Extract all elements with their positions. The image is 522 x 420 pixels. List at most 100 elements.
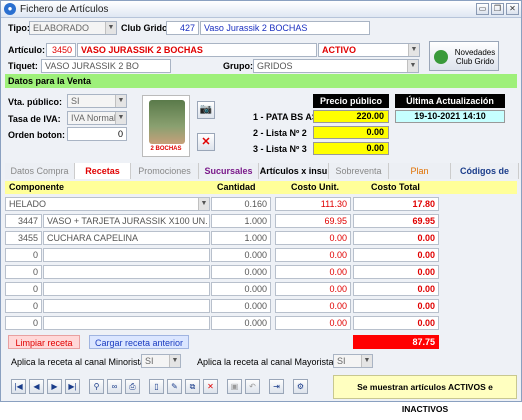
grido-code-field[interactable]: 427: [166, 21, 199, 35]
print-icon[interactable]: ⎙: [125, 379, 140, 394]
next-record-icon[interactable]: ▶: [47, 379, 62, 394]
grido-label: Club Grido:: [121, 23, 171, 33]
tab-plan-comercial[interactable]: Plan Comercial: [389, 163, 451, 192]
limpiar-receta-button[interactable]: Limpiar receta: [8, 335, 80, 349]
undo-icon[interactable]: ↶: [245, 379, 260, 394]
cantidad-field[interactable]: 0.000: [211, 248, 271, 262]
minimize-button[interactable]: ▭: [476, 3, 489, 15]
costo-unit-field: 111.30: [275, 197, 351, 211]
componente-code-field[interactable]: 0: [5, 299, 42, 313]
chevron-down-icon: ▼: [115, 95, 126, 107]
tab-recetas[interactable]: Recetas: [75, 163, 131, 179]
new-document-icon[interactable]: ▯: [149, 379, 164, 394]
delete-icon[interactable]: ✕: [203, 379, 218, 394]
tab-promociones[interactable]: Promociones: [131, 163, 199, 179]
tab-label: Datos Compra: [10, 166, 69, 176]
componente-code-field[interactable]: 3455: [5, 231, 42, 245]
camera-icon[interactable]: 📷: [197, 101, 215, 119]
tiquet-label: Tiquet:: [8, 61, 38, 71]
costo-total-field: 17.80: [353, 197, 439, 211]
componente-name: CUCHARA CAPELINA: [47, 233, 139, 243]
grupo-label: Grupo:: [223, 61, 253, 71]
tab-label: Artículos x insu: [259, 166, 328, 176]
cantidad-field[interactable]: 0.160: [211, 197, 271, 211]
receta-total: 87.75: [353, 335, 439, 349]
componente-name-field[interactable]: HELADO ▼: [5, 197, 210, 211]
articulo-name-field[interactable]: VASO JURASSIK 2 BOCHAS: [77, 43, 317, 57]
chevron-down-icon: ▼: [407, 60, 418, 72]
title-bar: ● Fichero de Artículos ▭ ❐ ✕: [1, 1, 521, 18]
componente-name-field[interactable]: [43, 248, 210, 262]
vta-publico-select[interactable]: SI ▼: [67, 94, 127, 108]
costo-total-field: 0.00: [353, 282, 439, 296]
componente-name-field[interactable]: CUCHARA CAPELINA: [43, 231, 210, 245]
precio-3-label: 3 - Lista Nº 3: [253, 144, 307, 154]
precio-2-field[interactable]: 0.00: [313, 126, 389, 139]
search-icon[interactable]: ⚲: [89, 379, 104, 394]
componente-name-field[interactable]: [43, 316, 210, 330]
componente-name-field[interactable]: [43, 299, 210, 313]
mayorista-select[interactable]: SI ▼: [333, 354, 373, 368]
tab-datos-compra[interactable]: Datos Compra: [5, 163, 75, 179]
costo-total-field: 69.95: [353, 214, 439, 228]
componente-code-field[interactable]: 0: [5, 316, 42, 330]
first-record-icon[interactable]: |◀: [11, 379, 26, 394]
componente-name-field[interactable]: [43, 282, 210, 296]
col-cantidad: Cantidad: [217, 182, 256, 192]
venta-section-header: Datos para la Venta: [5, 74, 517, 88]
tab-articulos-x-insumo[interactable]: Artículos x insu: [259, 163, 329, 179]
copy-icon[interactable]: ⧉: [185, 379, 200, 394]
prev-record-icon[interactable]: ◀: [29, 379, 44, 394]
cantidad-field[interactable]: 0.000: [211, 299, 271, 313]
close-button[interactable]: ✕: [506, 3, 519, 15]
save-icon[interactable]: ▣: [227, 379, 242, 394]
tiquet-field[interactable]: VASO JURASSIK 2 BO: [41, 59, 171, 73]
componente-code-field[interactable]: 0: [5, 248, 42, 262]
estado-select[interactable]: ACTIVO ▼: [318, 43, 420, 57]
tipo-label: Tipo:: [8, 23, 30, 33]
cantidad-field[interactable]: 0.000: [211, 316, 271, 330]
cantidad-field[interactable]: 1.000: [211, 231, 271, 245]
tab-sobreventa[interactable]: Sobreventa: [329, 163, 389, 179]
tab-codigos-de-barra[interactable]: Códigos de barra: [451, 163, 519, 192]
last-record-icon[interactable]: ▶|: [65, 379, 80, 394]
edit-icon[interactable]: ✎: [167, 379, 182, 394]
costo-unit-field: 0.00: [275, 248, 351, 262]
precio-3-field[interactable]: 0.00: [313, 142, 389, 155]
chevron-down-icon: ▼: [169, 355, 180, 367]
componente-code-field[interactable]: 3447: [5, 214, 42, 228]
tab-sucursales[interactable]: Sucursales: [199, 163, 259, 179]
cantidad-field[interactable]: 0.000: [211, 282, 271, 296]
grupo-select[interactable]: GRIDOS ▼: [253, 59, 419, 73]
orden-boton-field[interactable]: 0: [67, 127, 127, 141]
cargar-receta-anterior-button[interactable]: Cargar receta anterior: [89, 335, 189, 349]
articulo-code-field[interactable]: 3450: [46, 43, 76, 57]
componente-code-field[interactable]: 0: [5, 265, 42, 279]
componente-code-field[interactable]: 0: [5, 282, 42, 296]
table-row: 3455 CUCHARA CAPELINA 1.000 0.00 0.00: [5, 231, 517, 246]
window-title: Fichero de Artículos: [20, 4, 109, 15]
tasa-iva-select[interactable]: IVA Normal ▼: [67, 111, 127, 125]
precio-2-label: 2 - Lista Nº 2: [253, 128, 307, 138]
delete-image-icon[interactable]: ✕: [197, 133, 215, 151]
filter-icon[interactable]: ⚙: [293, 379, 308, 394]
minorista-select[interactable]: SI ▼: [141, 354, 181, 368]
product-image: 2 BOCHAS: [142, 95, 190, 157]
binoculars-icon[interactable]: ∞: [107, 379, 122, 394]
table-row: 0 0.000 0.00 0.00: [5, 265, 517, 280]
exit-icon[interactable]: ⇥: [269, 379, 284, 394]
tipo-select[interactable]: ELABORADO ▼: [29, 21, 117, 35]
recetas-table-header: Componente Cantidad Costo Unit. Costo To…: [5, 181, 517, 194]
articulo-label: Artículo:: [8, 45, 45, 55]
col-componente: Componente: [9, 182, 64, 192]
cantidad-field[interactable]: 1.000: [211, 214, 271, 228]
grido-name-field[interactable]: Vaso Jurassik 2 BOCHAS: [200, 21, 370, 35]
novedades-club-grido-button[interactable]: Novedades Club Grido: [429, 41, 499, 71]
restore-button[interactable]: ❐: [491, 3, 504, 15]
tab-label: Promociones: [138, 166, 191, 176]
cantidad-field[interactable]: 0.000: [211, 265, 271, 279]
componente-name-field[interactable]: VASO + TARJETA JURASSIK X100 UN.: [43, 214, 210, 228]
estado-value: ACTIVO: [322, 45, 357, 55]
componente-name-field[interactable]: [43, 265, 210, 279]
precio-1-field[interactable]: 220.00: [313, 110, 389, 123]
